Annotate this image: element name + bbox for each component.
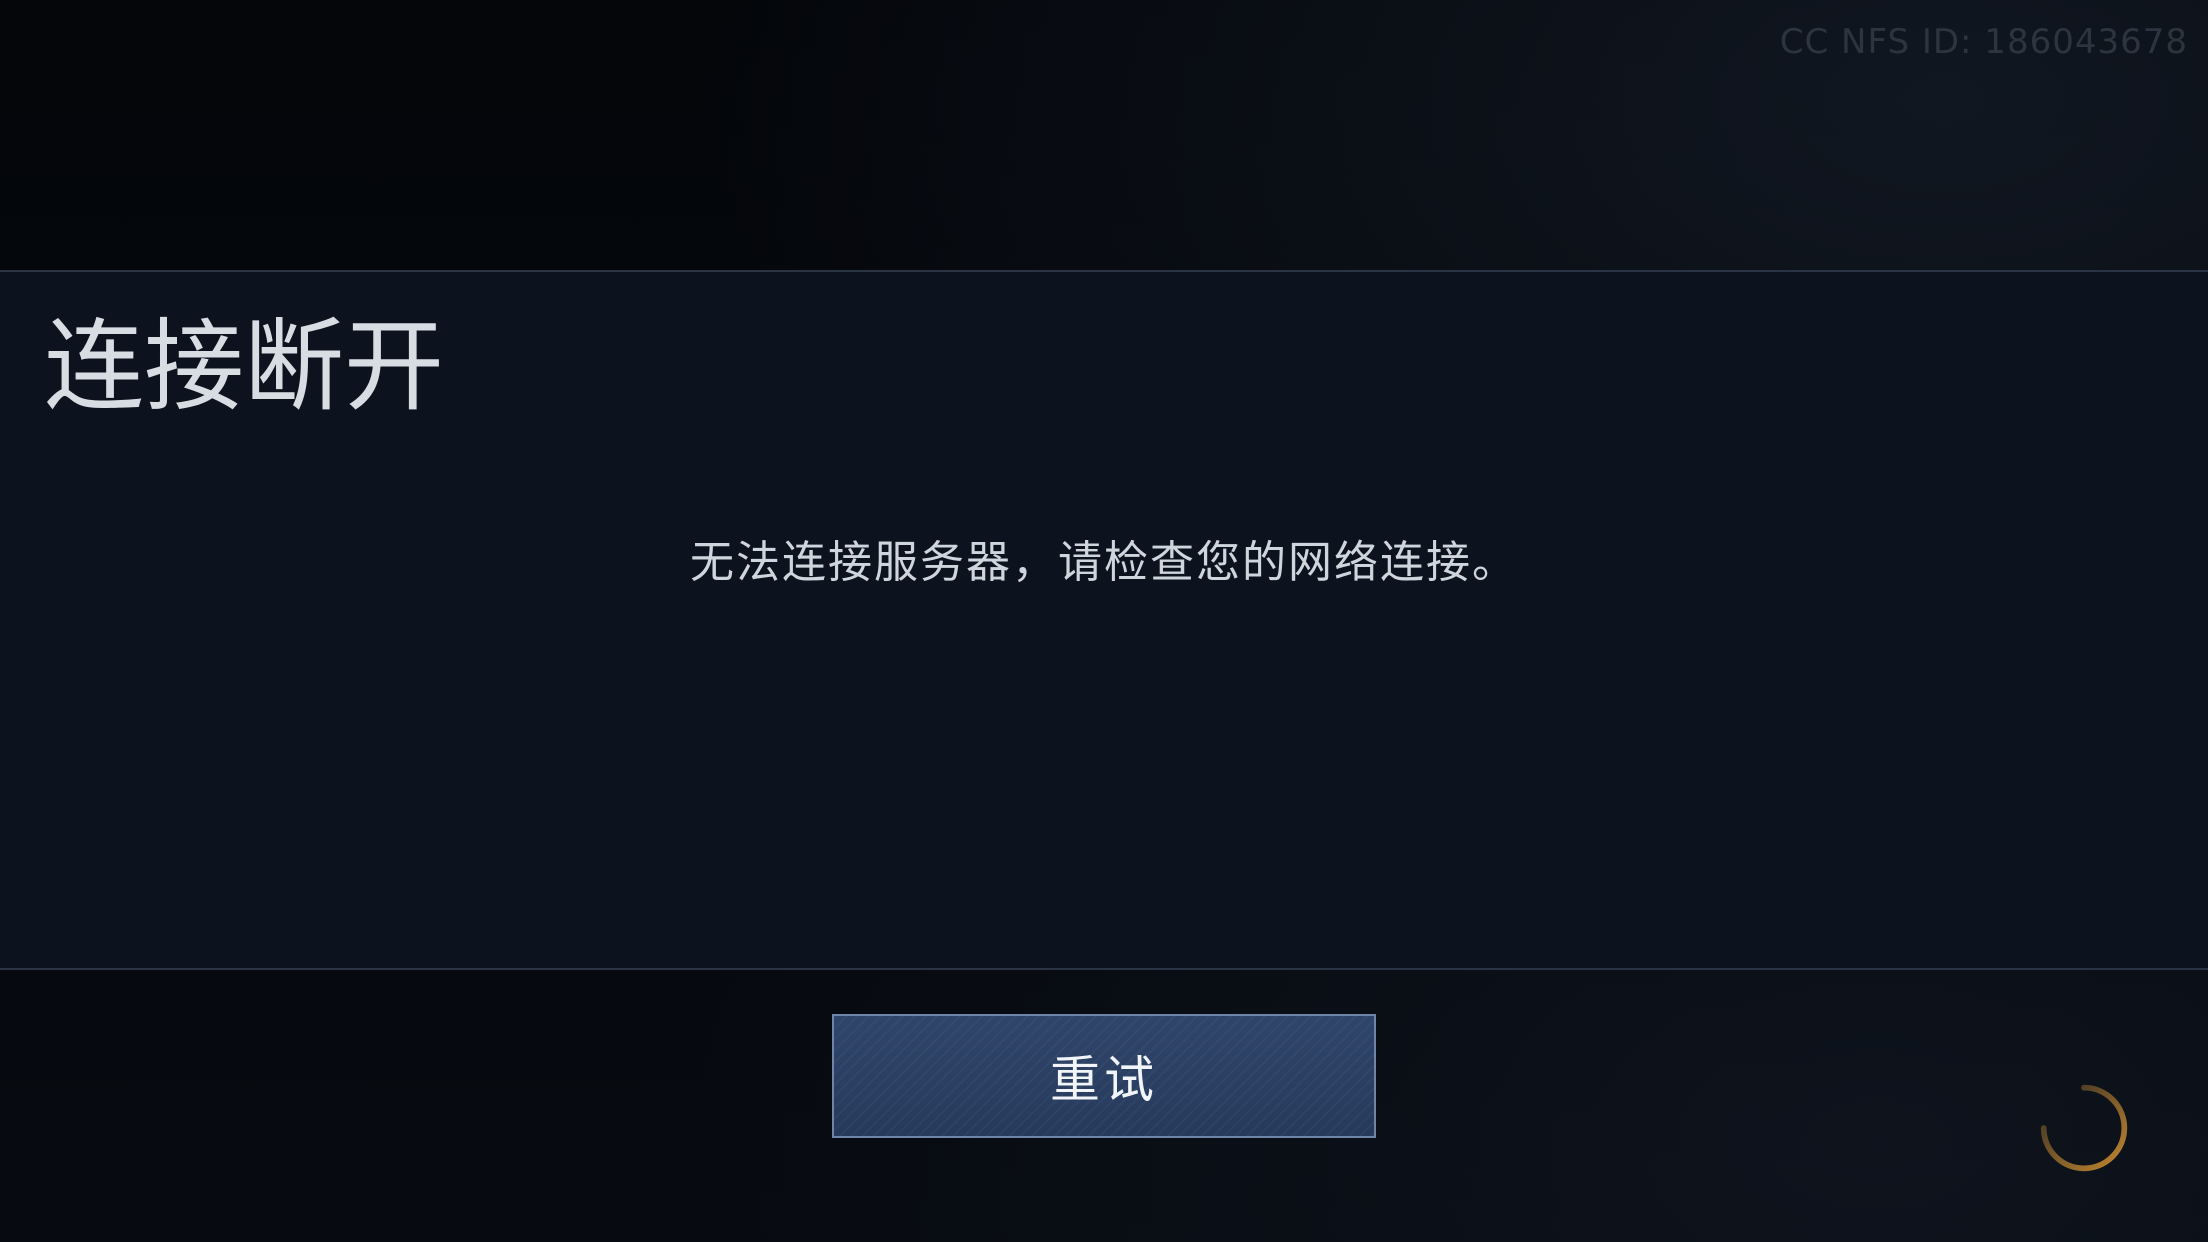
- screen: CC NFS ID: 186043678 连接断开 无法连接服务器，请检查您的网…: [0, 0, 2208, 1242]
- dialog-title: 连接断开: [44, 308, 444, 425]
- retry-button[interactable]: 重试: [832, 1014, 1376, 1138]
- retry-button-label: 重试: [1050, 1051, 1158, 1109]
- disconnect-dialog-panel: 连接断开 无法连接服务器，请检查您的网络连接。: [0, 270, 2208, 970]
- loading-spinner-icon: [2040, 1084, 2128, 1172]
- build-id-label: CC NFS ID: 186043678: [1779, 22, 2188, 62]
- dialog-message: 无法连接服务器，请检查您的网络连接。: [690, 537, 1518, 588]
